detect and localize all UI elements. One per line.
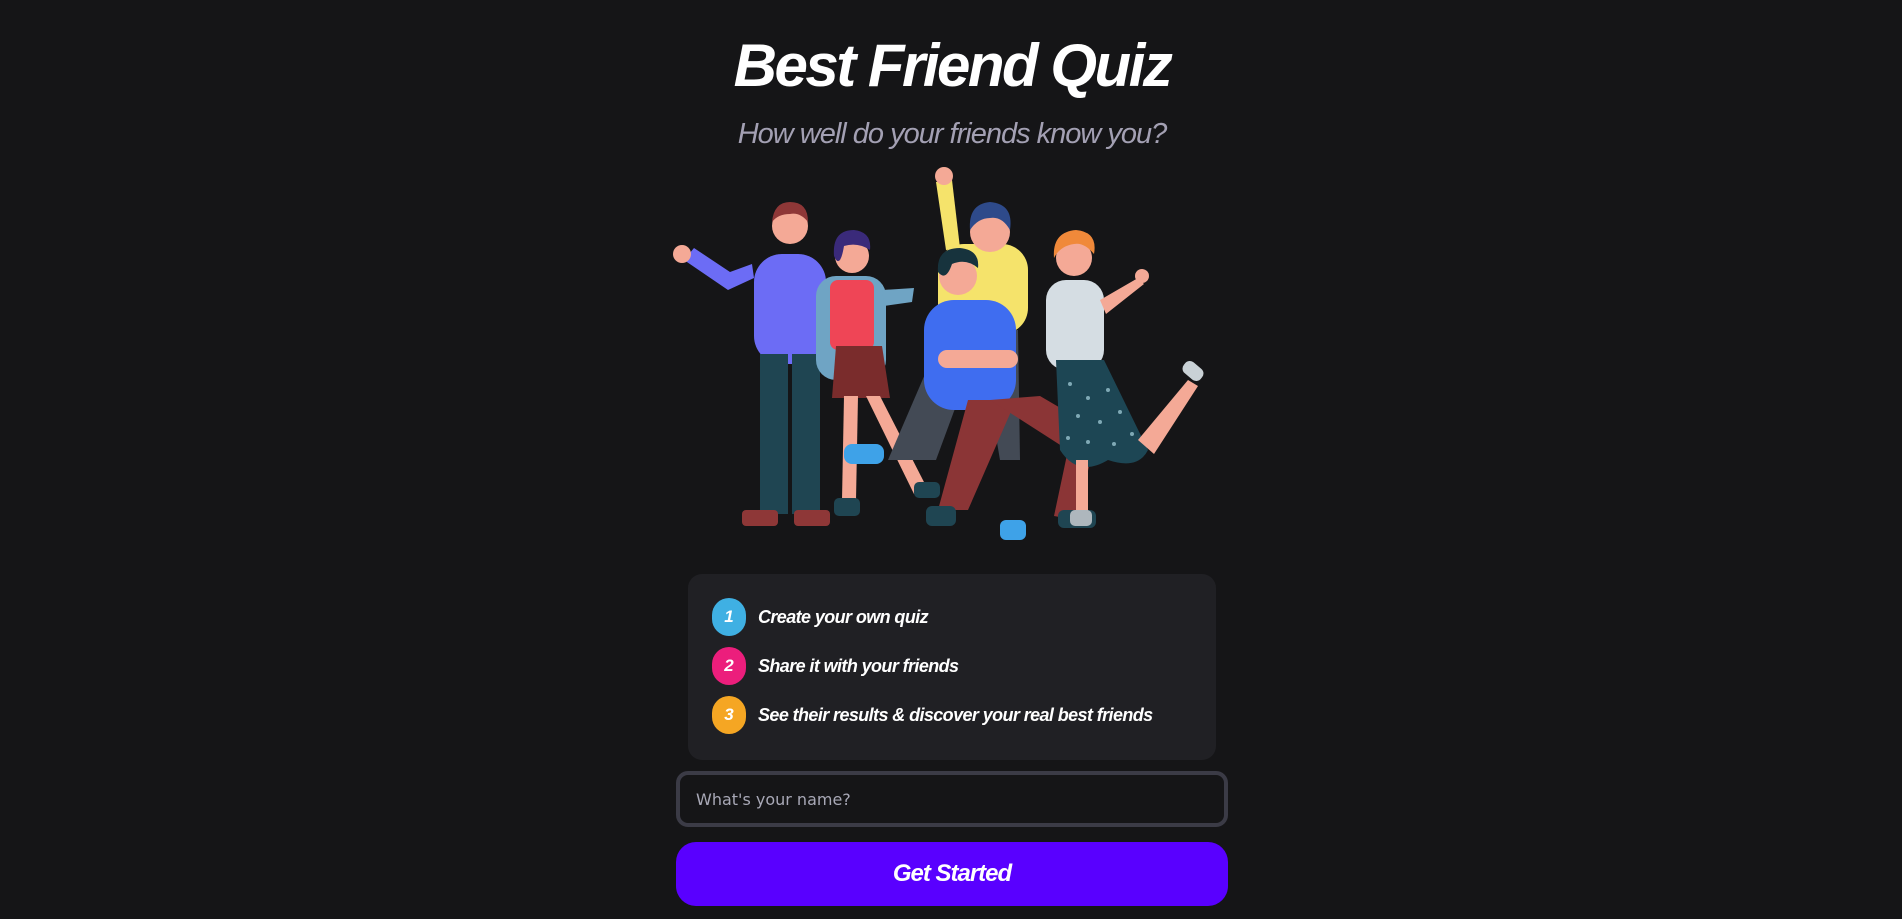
step-text: See their results & discover your real b… [758, 704, 1153, 725]
friend-figure-2 [816, 230, 940, 516]
how-it-works-card: 1 Create your own quiz 2 Share it with y… [688, 574, 1216, 760]
page: Best Friend Quiz How well do your friend… [0, 0, 1902, 919]
group-of-friends-illustration [673, 167, 1204, 540]
get-started-button[interactable]: Get Started [676, 842, 1228, 906]
step-item-1: 1 Create your own quiz [712, 598, 929, 636]
step-item-2: 2 Share it with your friends [712, 647, 959, 685]
step-text: Share it with your friends [758, 655, 959, 676]
step-text: Create your own quiz [758, 606, 929, 627]
step-number-badge: 2 [712, 647, 746, 685]
friend-figure-1 [673, 202, 830, 526]
page-title: Best Friend Quiz [733, 32, 1173, 99]
name-input[interactable] [676, 771, 1228, 827]
step-number-badge: 1 [712, 598, 746, 636]
page-subtitle: How well do your friends know you? [737, 118, 1168, 150]
step-item-3: 3 See their results & discover your real… [712, 696, 1153, 734]
step-number-badge: 3 [712, 696, 746, 734]
